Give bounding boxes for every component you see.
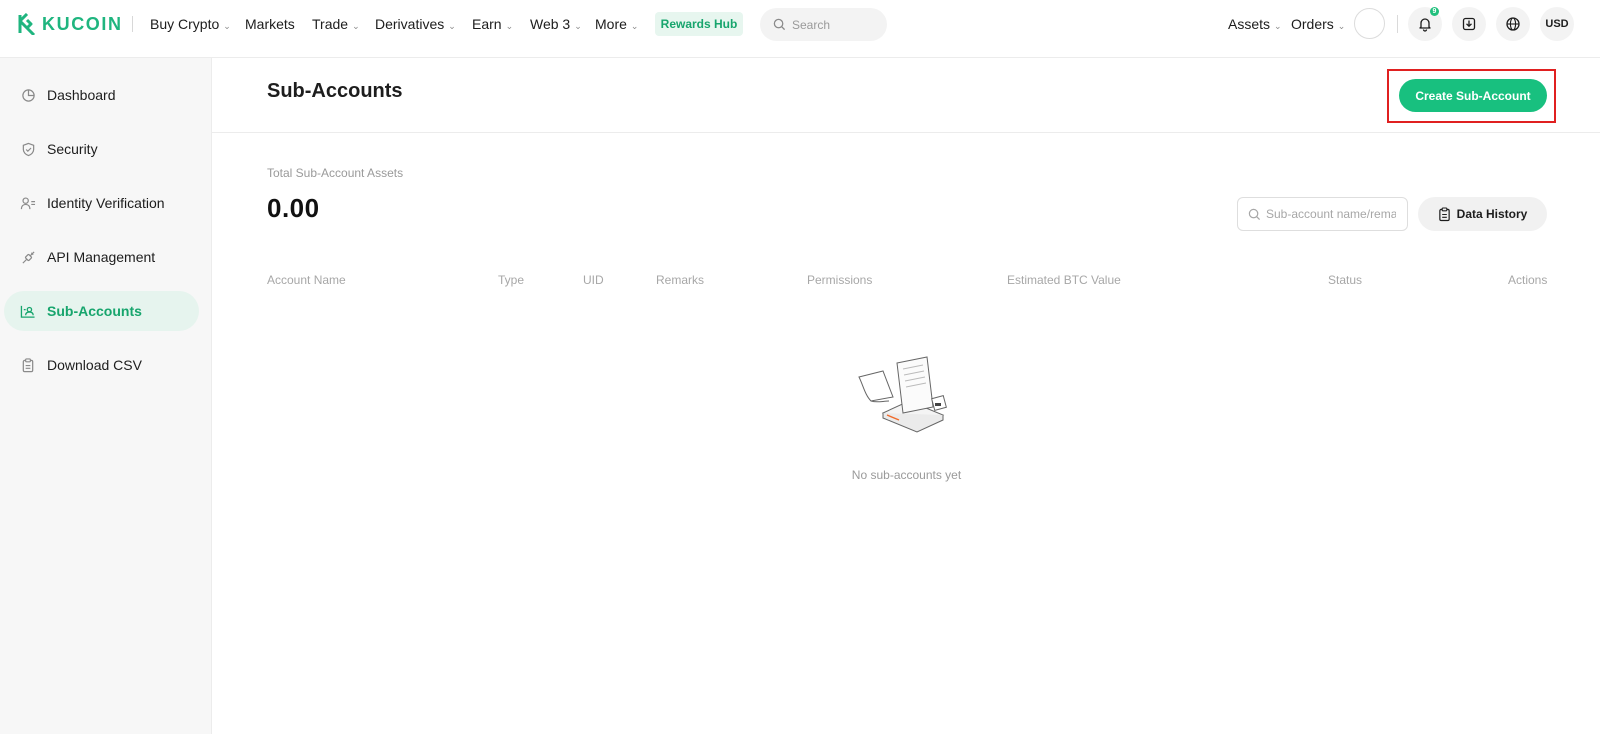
sidebar-item-label: Dashboard [47,87,116,103]
total-assets-label: Total Sub-Account Assets [267,166,404,180]
data-history-label: Data History [1456,207,1528,221]
page-title: Sub-Accounts [267,80,403,102]
nav-markets[interactable]: Markets [245,14,295,34]
notification-badge: 9 [1430,7,1439,16]
currency-label: USD [1545,18,1569,30]
create-sub-account-button[interactable]: Create Sub-Account [1399,79,1547,112]
column-estimated-btc-value: Estimated BTC Value [1007,273,1121,287]
brand-name: KUCOIN [42,13,123,34]
chevron-down-icon: ⌄ [574,20,582,31]
search-icon [1248,208,1261,220]
chevron-down-icon: ⌄ [448,20,456,31]
sidebar-item-security[interactable]: Security [4,129,199,169]
clipboard-icon [1438,206,1450,221]
pie-chart-icon [19,86,37,104]
column-permissions: Permissions [807,273,873,287]
column-account-name: Account Name [267,273,346,287]
language-button[interactable] [1496,7,1530,41]
nav-more[interactable]: More ⌄ [595,14,638,34]
nav-trade[interactable]: Trade ⌄ [312,14,360,34]
nav-buy-crypto[interactable]: Buy Crypto ⌄ [150,14,231,34]
api-plug-icon [19,248,37,266]
sub-account-search-placeholder: Sub-account name/remarks [1266,207,1396,221]
kucoin-logo-icon [18,13,36,35]
nav-derivatives[interactable]: Derivatives ⌄ [375,14,456,34]
total-assets-value: 0.00 [267,193,320,223]
chevron-down-icon: ⌄ [505,20,514,31]
sidebar-item-label: API Management [47,249,156,265]
sub-accounts-icon [19,302,37,320]
sidebar-item-label: Identity Verification [47,195,165,211]
sub-account-search-input[interactable]: Sub-account name/remarks [1237,197,1408,231]
chevron-down-icon: ⌄ [1337,20,1346,31]
download-icon [1462,17,1476,31]
nav-search-input[interactable]: Search [760,8,887,41]
kucoin-logo[interactable]: KUCOIN [16,12,123,36]
user-id-icon [19,194,37,212]
logo-divider [132,16,133,32]
orders-menu[interactable]: Orders ⌄ [1291,14,1345,34]
account-sidebar: Dashboard Security Identity Verification… [0,58,212,734]
chevron-down-icon: ⌄ [352,20,360,31]
chevron-down-icon: ⌄ [1274,20,1282,31]
column-type: Type [498,273,525,287]
currency-button[interactable]: USD [1540,7,1574,41]
sidebar-item-identity-verification[interactable]: Identity Verification [4,183,199,223]
sidebar-item-label: Security [47,141,98,157]
shield-icon [19,140,37,158]
rewards-hub-link[interactable]: Rewards Hub [655,12,743,36]
nav-web3[interactable]: Web 3 ⌄ [530,14,582,34]
search-icon [773,18,786,31]
empty-state-illustration [858,356,947,433]
column-actions: Actions [1508,273,1548,287]
column-remarks: Remarks [656,273,705,287]
sidebar-item-api-management[interactable]: API Management [4,237,199,277]
nav-search-placeholder: Search [792,17,831,32]
chevron-down-icon: ⌄ [223,20,231,31]
globe-icon [1506,17,1520,31]
download-app-button[interactable] [1452,7,1486,41]
user-avatar[interactable] [1354,8,1385,39]
sidebar-item-label: Sub-Accounts [47,303,142,319]
sidebar-item-sub-accounts[interactable]: Sub-Accounts [4,291,199,331]
chevron-down-icon: ⌄ [630,20,639,31]
nav-earn[interactable]: Earn ⌄ [472,14,513,34]
column-uid: UID [583,273,604,287]
bell-icon [1419,18,1431,32]
nav-divider [1397,15,1398,33]
data-history-button[interactable]: Data History [1418,197,1547,231]
sidebar-item-label: Download CSV [47,357,142,373]
empty-state-message: No sub-accounts yet [851,468,962,482]
assets-menu[interactable]: Assets ⌄ [1228,14,1282,34]
sidebar-item-download-csv[interactable]: Download CSV [4,345,199,385]
top-navigation: KUCOIN Buy Crypto ⌄ Markets Trade ⌄ Deriva… [0,0,1600,58]
sidebar-item-dashboard[interactable]: Dashboard [4,75,199,115]
column-status: Status [1328,273,1363,287]
clipboard-icon [19,356,37,374]
